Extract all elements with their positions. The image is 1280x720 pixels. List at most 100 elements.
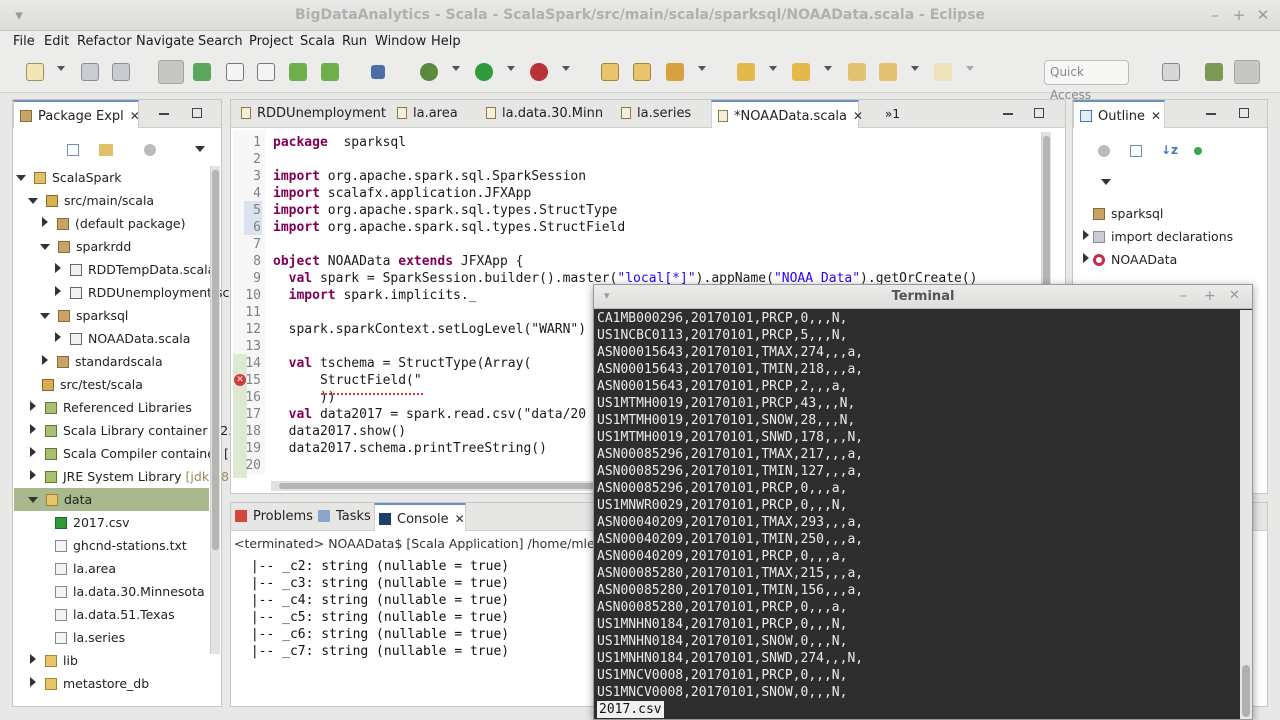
tree-item-rddtempdata[interactable]: RDDTempData.scala (53, 258, 215, 281)
view-menu-icon[interactable] (1101, 179, 1111, 185)
collapse-all-icon[interactable] (1130, 145, 1142, 157)
collapse-icon[interactable] (30, 470, 36, 480)
expand-icon[interactable] (40, 313, 50, 319)
sort-icon[interactable] (1098, 145, 1110, 157)
expand-icon[interactable] (28, 198, 38, 204)
menu-window[interactable]: Window (375, 34, 426, 49)
tab-la-series[interactable]: la.series (621, 100, 691, 128)
menu-refactor[interactable]: Refactor (77, 34, 132, 49)
save-icon[interactable] (81, 63, 99, 81)
menu-scala[interactable]: Scala (300, 34, 335, 49)
tree-item-scala-library[interactable]: Scala Library container [ 2. (28, 419, 232, 442)
collapse-icon[interactable] (42, 217, 48, 227)
toggle-mark-occurrences-icon[interactable] (193, 63, 211, 81)
collapse-icon[interactable] (1083, 253, 1089, 263)
menu-edit[interactable]: Edit (44, 34, 69, 49)
collapse-icon[interactable] (30, 424, 36, 434)
open-type-icon[interactable] (601, 63, 619, 81)
tree-item-la-area[interactable]: la.area (55, 557, 116, 580)
maximize-view-button[interactable] (192, 108, 202, 118)
code-line[interactable]: val tschema = StructType(Array( (273, 355, 532, 372)
tree-item-sparksql[interactable]: sparksql (40, 304, 128, 327)
tree-item-metastore[interactable]: metastore_db (28, 672, 149, 695)
minimize-view-button[interactable] (159, 113, 169, 115)
code-line[interactable]: import spark.implicits._ (273, 287, 477, 304)
expand-icon[interactable] (40, 244, 50, 250)
search-icon[interactable] (666, 63, 684, 81)
new-scala-class-icon[interactable] (321, 63, 339, 81)
collapse-icon[interactable] (30, 677, 36, 687)
tree-item-la-data-30[interactable]: la.data.30.Minnesota (55, 580, 205, 603)
close-icon[interactable]: ✕ (853, 109, 863, 123)
package-explorer-scrollbar[interactable] (210, 166, 220, 654)
code-line[interactable]: import org.apache.spark.sql.types.Struct… (273, 202, 617, 219)
expand-icon[interactable] (16, 175, 26, 181)
close-icon[interactable]: ✕ (455, 512, 465, 526)
next-annotation-dropdown-icon[interactable] (769, 66, 777, 71)
tab-problems[interactable]: Problems (235, 503, 313, 531)
outline-item-noaadata[interactable]: NOAAData (1081, 248, 1177, 271)
tree-item-project[interactable]: ScalaSpark (16, 166, 122, 189)
code-line[interactable]: data2017.schema.printTreeString() (273, 440, 547, 457)
tree-item-rddunemployment[interactable]: RDDUnemployment.sc (53, 281, 229, 304)
tree-item-sparkrdd[interactable]: sparkrdd (40, 235, 131, 258)
menu-navigate[interactable]: Navigate (136, 34, 194, 49)
last-edit-location-icon[interactable] (848, 63, 866, 81)
save-all-icon[interactable] (112, 63, 130, 81)
code-line[interactable]: StructField(" (273, 372, 422, 389)
minimize-window-button[interactable]: – (1206, 6, 1224, 24)
minimize-outline-button[interactable] (1206, 113, 1216, 115)
code-line[interactable]: import org.apache.spark.sql.types.Struct… (273, 219, 625, 236)
new-dropdown-icon[interactable] (57, 66, 65, 71)
code-line[interactable]: object NOAAData extends JFXApp { (273, 253, 524, 270)
block-selection-icon[interactable] (226, 63, 244, 81)
tree-item-data[interactable]: data (14, 488, 209, 511)
tab-noaadata[interactable]: *NOAAData.scala ✕ (711, 100, 863, 128)
quick-access-input[interactable]: Quick Access (1044, 60, 1129, 102)
next-annotation-icon[interactable] (737, 63, 755, 81)
java-perspective-icon[interactable] (1205, 63, 1223, 81)
code-line[interactable]: spark.sparkContext.setLogLevel("WARN") (273, 321, 586, 338)
collapse-icon[interactable] (30, 447, 36, 457)
menu-run[interactable]: Run (342, 34, 367, 49)
code-line[interactable]: val data2017 = spark.read.csv("data/20 (273, 406, 586, 423)
debug-dropdown-icon[interactable] (452, 66, 460, 71)
new-scala-project-icon[interactable] (289, 63, 307, 81)
menu-project[interactable]: Project (249, 34, 293, 49)
code-line[interactable]: data2017.show() (273, 423, 406, 440)
run-external-tools-icon[interactable] (530, 63, 548, 81)
collapse-icon[interactable] (55, 286, 61, 296)
tree-item-noaadata[interactable]: NOAAData.scala (53, 327, 190, 350)
tree-item-jre[interactable]: JRE System Library [jdk1.8.0 (28, 465, 241, 488)
external-tools-dropdown-icon[interactable] (562, 66, 570, 71)
tab-package-explorer[interactable]: Package Expl ✕ (13, 100, 140, 128)
tree-item-standardscala[interactable]: standardscala (40, 350, 163, 373)
tree-item-ghcnd-stations[interactable]: ghcnd-stations.txt (55, 534, 187, 557)
back-dropdown-icon[interactable] (911, 66, 919, 71)
code-line[interactable]: package sparksql (273, 134, 406, 151)
expand-icon[interactable] (28, 497, 38, 503)
new-icon[interactable] (26, 63, 44, 81)
maximize-window-button[interactable]: + (1230, 6, 1248, 24)
previous-annotation-icon[interactable] (792, 63, 810, 81)
tree-item-la-series[interactable]: la.series (55, 626, 125, 649)
open-perspective-icon[interactable] (1162, 63, 1180, 81)
maximize-editor-button[interactable] (1034, 108, 1044, 118)
pin-editor-icon[interactable] (371, 65, 385, 79)
tree-item-src-main[interactable]: src/main/scala (28, 189, 154, 212)
close-window-button[interactable]: ✕ (1254, 6, 1272, 24)
collapse-icon[interactable] (30, 401, 36, 411)
code-line[interactable]: )) (273, 389, 336, 406)
tree-item-lib[interactable]: lib (28, 649, 78, 672)
search-dropdown-icon[interactable] (698, 66, 706, 71)
maximize-outline-button[interactable] (1239, 108, 1249, 118)
show-whitespace-icon[interactable] (257, 63, 275, 81)
code-line[interactable]: import org.apache.spark.sql.SparkSession (273, 168, 586, 185)
scrollbar-thumb[interactable] (212, 170, 219, 550)
link-with-editor-icon[interactable] (99, 144, 113, 156)
back-icon[interactable] (879, 63, 897, 81)
hide-fields-icon[interactable] (1194, 147, 1202, 155)
minimize-editor-button[interactable] (1003, 113, 1013, 115)
more-tabs-button[interactable]: »1 (885, 100, 900, 128)
tab-la-area[interactable]: la.area (397, 100, 458, 128)
